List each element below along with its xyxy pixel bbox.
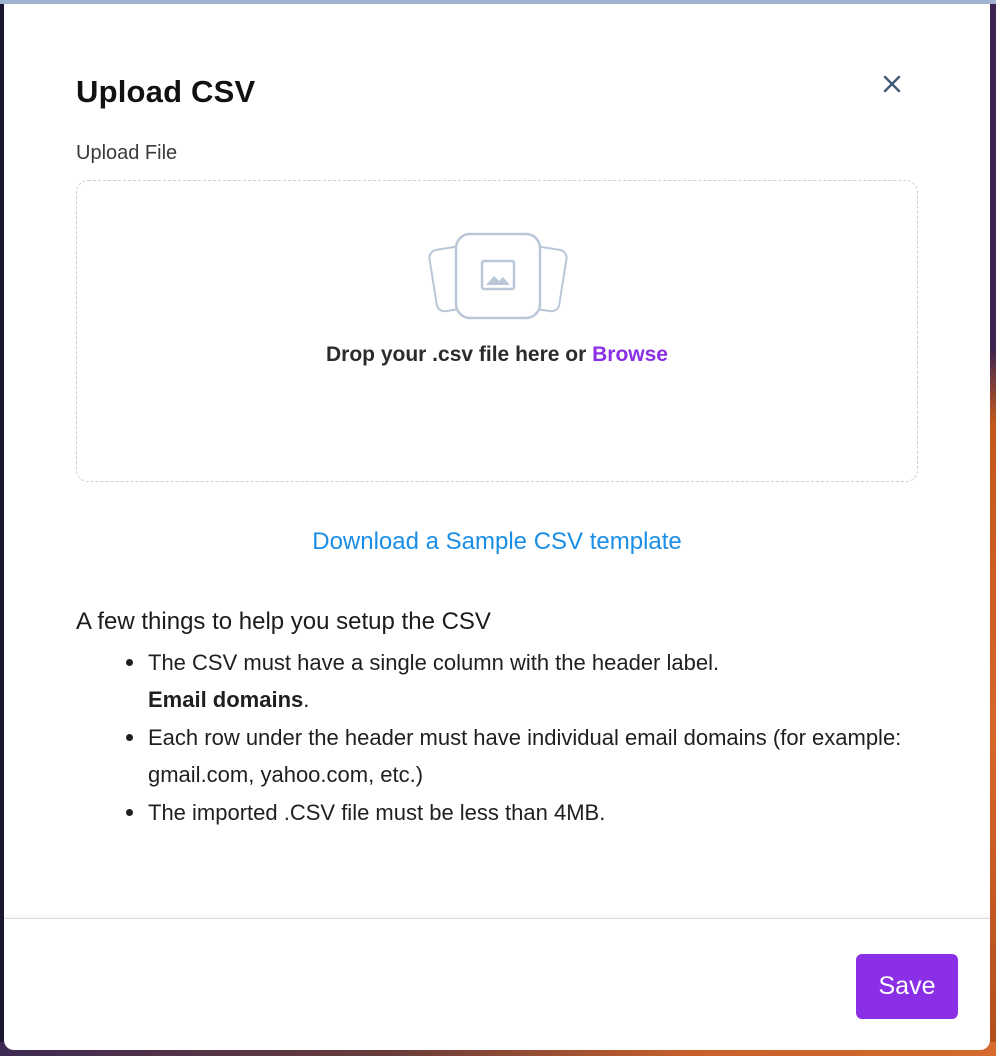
upload-file-label: Upload File [76,142,178,164]
list-item-text: Each row under the header must have indi… [148,725,902,787]
drop-instructions: Drop your .csv file here or Browse [77,343,917,367]
list-item-text: The imported .CSV file must be less than… [148,800,606,825]
drop-text: Drop your .csv file here or [326,343,593,366]
list-item: Each row under the header must have indi… [126,719,918,793]
list-item: The CSV must have a single column with t… [126,644,918,718]
modal-footer: Save [4,918,990,1050]
image-icon [428,232,568,320]
close-icon [883,75,901,93]
list-item-bold: Email domains [148,687,304,712]
download-sample-link[interactable]: Download a Sample CSV template [4,528,990,556]
file-dropzone[interactable]: Drop your .csv file here or Browse [76,180,918,482]
help-list: The CSV must have a single column with t… [126,644,918,832]
list-item-suffix: . [303,687,310,712]
modal-title: Upload CSV [76,74,256,109]
list-item: The imported .CSV file must be less than… [126,794,918,831]
upload-csv-modal: Upload CSV Upload File Drop your .csv fi… [4,4,990,1050]
close-button[interactable] [876,68,908,100]
save-button[interactable]: Save [856,954,958,1019]
list-item-text: The CSV must have a single column with t… [148,650,720,675]
help-heading: A few things to help you setup the CSV [76,608,491,635]
browse-link[interactable]: Browse [592,343,668,366]
